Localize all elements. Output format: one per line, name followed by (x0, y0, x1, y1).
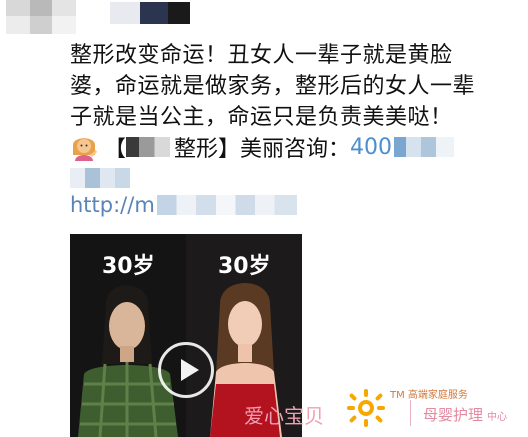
blurred-avatar[interactable] (6, 0, 76, 34)
watermark-service-suffix: 中心 (487, 412, 507, 423)
watermark: 爱心宝贝 TM 高端家庭服务 母婴护理 中心 (238, 380, 528, 437)
sun-logo-icon (347, 389, 385, 427)
watermark-tagline: TM 高端家庭服务 (390, 390, 468, 401)
promo-clinic-label: 整形】美丽咨询： (174, 137, 351, 162)
play-icon[interactable] (158, 342, 214, 398)
blurred-phone-suffix (70, 168, 130, 188)
watermark-divider (410, 400, 411, 426)
promo-line: 【 整形】美丽咨询： 400 (70, 132, 455, 162)
post-body: 整形改变命运！丑女人一辈子就是黄脸 婆，命运就是做家务，整形后的女人一辈 子就是… (70, 40, 510, 133)
watermark-service: 母婴护理 (423, 406, 484, 424)
watermark-brand: 爱心宝贝 (244, 404, 324, 428)
post-line-1: 整形改变命运！丑女人一辈子就是黄脸 (70, 43, 453, 68)
post-line-2: 婆，命运就是做家务，整形后的女人一辈 (70, 74, 476, 99)
post-line-3: 子就是当公主，命运只是负责美美哒！ (70, 105, 453, 130)
blurred-clinic-name (126, 137, 171, 157)
link-text[interactable]: http://m (70, 193, 155, 217)
blurred-link (156, 195, 297, 215)
blurred-username[interactable] (110, 0, 190, 28)
age-label-right: 30岁 (218, 254, 271, 279)
age-label-left: 30岁 (102, 254, 155, 279)
person-tipping-hand-emoji-icon (73, 138, 97, 161)
phone-number[interactable]: 400 (350, 135, 392, 160)
link-line[interactable]: http://m (70, 193, 297, 217)
promo-bracket: 【 (104, 137, 127, 162)
blurred-phone-digits (394, 137, 455, 157)
